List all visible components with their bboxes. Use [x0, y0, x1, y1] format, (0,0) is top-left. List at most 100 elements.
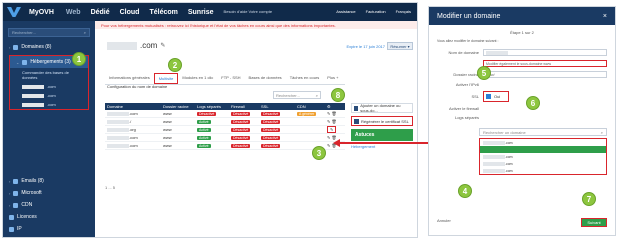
pencil-icon[interactable]: ✎ [160, 42, 165, 49]
chevron-right-icon: › [9, 202, 11, 208]
tab-databases[interactable]: Bases de données [245, 73, 286, 84]
ip-icon [9, 226, 14, 232]
list-item[interactable]: .com [480, 153, 606, 160]
redacted-name [107, 135, 129, 140]
cell-root: www [163, 119, 172, 124]
redacted-name [107, 111, 129, 116]
redacted-name [107, 119, 129, 124]
table-pagination[interactable]: 1 ... 5 [105, 185, 115, 190]
search-placeholder: Rechercher... [12, 30, 36, 35]
tab-tasks[interactable]: Tâches en cours [286, 73, 324, 84]
modal-title: Modifier un domaine [437, 12, 501, 20]
callout-3: 3 [312, 146, 326, 160]
nav-telecom[interactable]: Télécom [149, 9, 177, 16]
list-item[interactable]: .com [480, 160, 606, 167]
domain-title-text: .com [140, 41, 158, 50]
next-button[interactable]: Suivant [581, 218, 607, 227]
sidebar-item-emails[interactable]: › Emails (8) [3, 175, 95, 187]
sidebar-item-microsoft[interactable]: › Microsoft [3, 187, 95, 199]
callout-2: 2 [168, 58, 182, 72]
pencil-icon[interactable]: ✎ [327, 111, 330, 116]
firewall-label: Activer le firewall [448, 106, 479, 111]
status-badge: Désactivé [261, 128, 281, 132]
list-item[interactable]: .com [480, 139, 606, 146]
www-option-field[interactable]: Modifier également le sous-domaine www [483, 60, 607, 67]
cell-domain: ./ [105, 119, 161, 124]
ssl-checkbox[interactable] [486, 94, 491, 99]
license-icon [9, 214, 14, 220]
cancel-button[interactable]: Annuler [437, 218, 451, 227]
status-badge: Désactivé [231, 144, 251, 148]
cell-root: www [163, 135, 172, 140]
sidebar-item-label: IP [17, 226, 22, 232]
tab-multisite[interactable]: Multisite [153, 73, 179, 84]
nav-sunrise[interactable]: Sunrise [188, 9, 214, 16]
sidebar-item-cdn[interactable]: › CDN [3, 199, 95, 211]
cell-logs: Activé [195, 135, 229, 140]
redacted-name [107, 143, 129, 148]
sidebar-item-label: .com [47, 102, 56, 107]
sidebar-item-label: Microsoft [21, 190, 42, 196]
chevron-right-icon: › [9, 190, 11, 196]
ssl-checkbox-group[interactable]: Oui [483, 91, 509, 102]
tab-modules[interactable]: Modules en 1 clic [178, 73, 217, 84]
cdn-icon [13, 202, 19, 208]
col-cdn: CDN [297, 104, 306, 109]
plus-icon [354, 105, 359, 111]
callout-8: 8 [331, 88, 345, 102]
sidebar-item-ip[interactable]: IP [3, 223, 95, 235]
add-domain-action[interactable]: Ajouter un domaine ou sous-do... [351, 103, 413, 113]
redacted-name [483, 154, 505, 159]
list-item[interactable]: .com [480, 167, 606, 174]
sidebar-item-hosting-1[interactable]: .com [10, 82, 88, 91]
col-root: Dossier racine [163, 104, 189, 109]
sidebar-item-domains[interactable]: › Domaines (8) [3, 41, 95, 53]
table-search-input[interactable]: Rechercher... ⌕ [273, 91, 321, 99]
nav-web[interactable]: Web [66, 9, 81, 16]
tab-more[interactable]: Plus + [323, 73, 342, 84]
pencil-icon[interactable]: ✎ [327, 135, 330, 140]
chevron-right-icon: › [9, 178, 11, 184]
tab-general-info[interactable]: Informations générales [105, 73, 154, 84]
sidebar-item-label: Commander des bases de données [22, 70, 69, 80]
sidebar-item-hosting-2[interactable]: .com [10, 91, 88, 100]
sidebar-item-hosting-3[interactable]: .com [10, 100, 88, 109]
cell-actions: ✎ 🗑 [325, 119, 345, 124]
regenerate-ssl-label: Régénérer le certificat SSL [361, 118, 409, 124]
edit-domain-button[interactable]: ✎ [327, 126, 337, 133]
close-icon[interactable]: × [603, 13, 607, 20]
table-row: .org www Activé Désactivé Désactivé ✎ [105, 126, 345, 134]
manager-screenshot: MyOVH Web Dédié Cloud Télécom Sunrise Be… [2, 2, 418, 238]
windows-icon [13, 190, 19, 196]
sidebar-search-input[interactable]: Rechercher... ⌕ [8, 28, 90, 37]
list-item-selected[interactable] [480, 146, 606, 153]
assistance-link[interactable]: Assistance [336, 9, 355, 14]
status-badge: Désactivé [231, 112, 251, 116]
pencil-icon[interactable]: ✎ [327, 143, 330, 148]
cell-ssl: Désactivé [259, 135, 295, 140]
nav-cloud[interactable]: Cloud [120, 9, 140, 16]
trash-icon[interactable]: 🗑 [331, 111, 336, 116]
logs-label: Logs séparés [454, 115, 479, 120]
language-selector[interactable]: Français [396, 9, 411, 14]
regenerate-ssl-action[interactable]: Régénérer le certificat SSL [351, 116, 413, 126]
cell-root: www [163, 111, 172, 116]
billing-link[interactable]: Facturation [366, 9, 386, 14]
tab-ftp[interactable]: FTP - SSH [217, 73, 244, 84]
domain-list-search-input[interactable]: Rechercher un domaine ⌕ [479, 128, 607, 136]
multisite-table: Domaine Dossier racine Logs séparés Fire… [105, 103, 345, 150]
status-badge: Désactivé [197, 112, 217, 116]
status-badge: Désactivé [261, 144, 281, 148]
expiry-date: Expire le 17 juin 2017 [346, 44, 385, 49]
nav-dedie[interactable]: Dédié [91, 9, 110, 16]
cell-ssl: Désactivé [259, 143, 295, 148]
actions-dropdown[interactable]: Résumer ▾ [387, 42, 413, 50]
sidebar-item-order-db[interactable]: Commander des bases de données [10, 68, 88, 82]
trash-icon[interactable]: 🗑 [331, 119, 336, 124]
sidebar-item-licences[interactable]: Licences [3, 211, 95, 223]
nav-small-links[interactable]: Besoin d'aide Votre compte [224, 9, 273, 16]
mail-icon [13, 178, 19, 184]
pencil-icon[interactable]: ✎ [327, 119, 330, 124]
callout-5: 5 [477, 66, 491, 80]
root-folder-input[interactable]: www/ [483, 71, 607, 78]
